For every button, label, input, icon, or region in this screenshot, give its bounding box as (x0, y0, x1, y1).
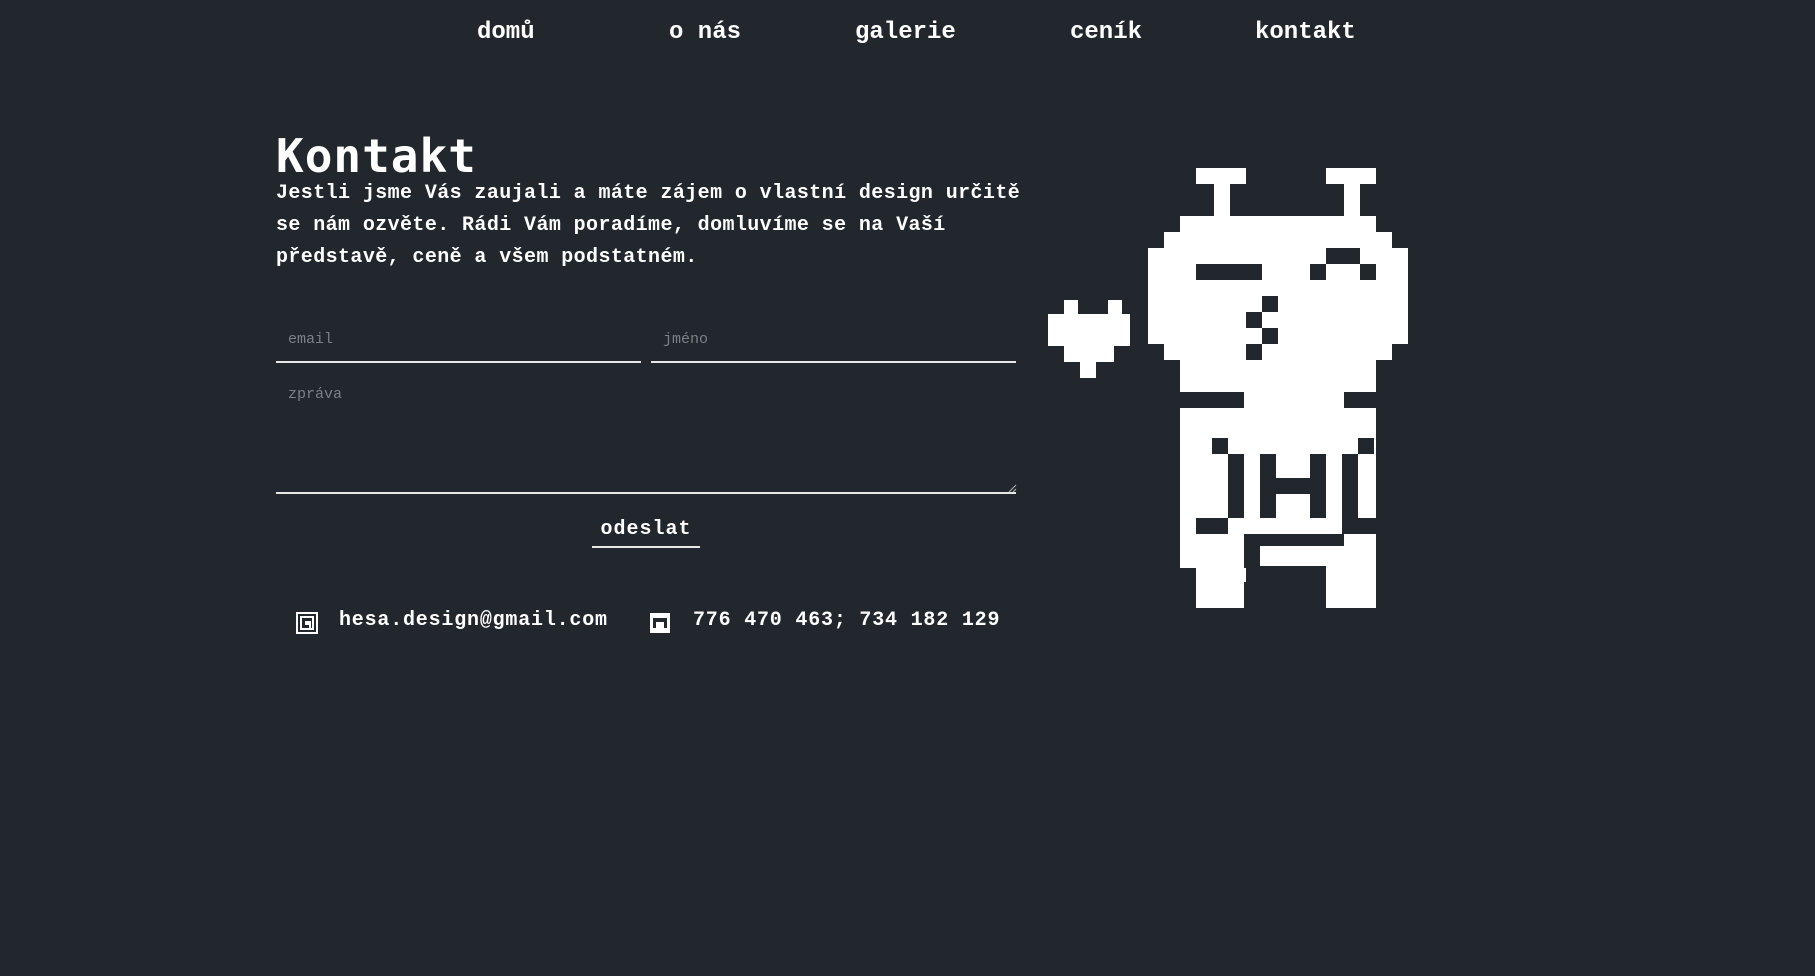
phone-icon (650, 613, 670, 633)
nav-item-home[interactable]: domů (477, 16, 535, 50)
message-field[interactable] (276, 376, 1016, 494)
nav-item-about[interactable]: o nás (669, 16, 741, 50)
contact-page: domů o nás galerie ceník kontakt Kontakt… (0, 0, 1815, 976)
nav-item-contact[interactable]: kontakt (1255, 16, 1356, 50)
name-field[interactable] (651, 318, 1016, 363)
main-navigation: domů o nás galerie ceník kontakt (0, 16, 1815, 52)
contact-email-text[interactable]: hesa.design@gmail.com (339, 606, 608, 636)
intro-text: Jestli jsme Vás zaujali a máte zájem o v… (276, 182, 1021, 269)
email-field[interactable] (276, 318, 641, 363)
pixel-robot-mascot (1048, 168, 1408, 608)
nav-item-gallery[interactable]: galerie (855, 16, 956, 50)
contact-phone-text[interactable]: 776 470 463; 734 182 129 (693, 606, 1000, 636)
nav-item-pricing[interactable]: ceník (1070, 16, 1142, 50)
resize-grip-icon[interactable] (1008, 484, 1017, 493)
email-at-icon (296, 612, 318, 634)
submit-button[interactable]: odeslat (592, 512, 700, 548)
page-title: Kontakt (276, 129, 477, 183)
